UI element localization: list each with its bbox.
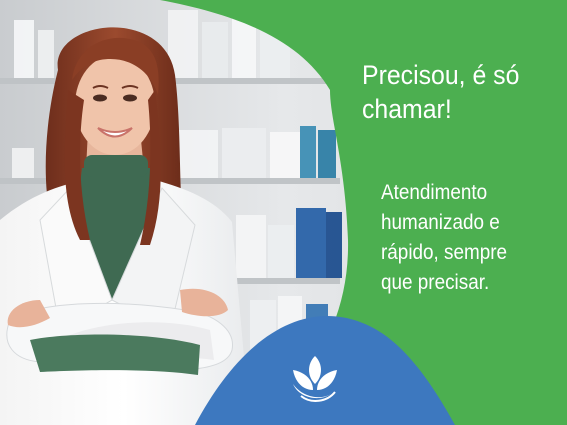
headline-text: Precisou, é só chamar!	[362, 60, 520, 124]
leaf-logo-icon	[293, 356, 337, 402]
subline-text: Atendimento humanizado e rápido, sempre …	[381, 181, 508, 294]
promo-banner: Precisou, é só chamar! Atendimento human…	[0, 0, 567, 425]
